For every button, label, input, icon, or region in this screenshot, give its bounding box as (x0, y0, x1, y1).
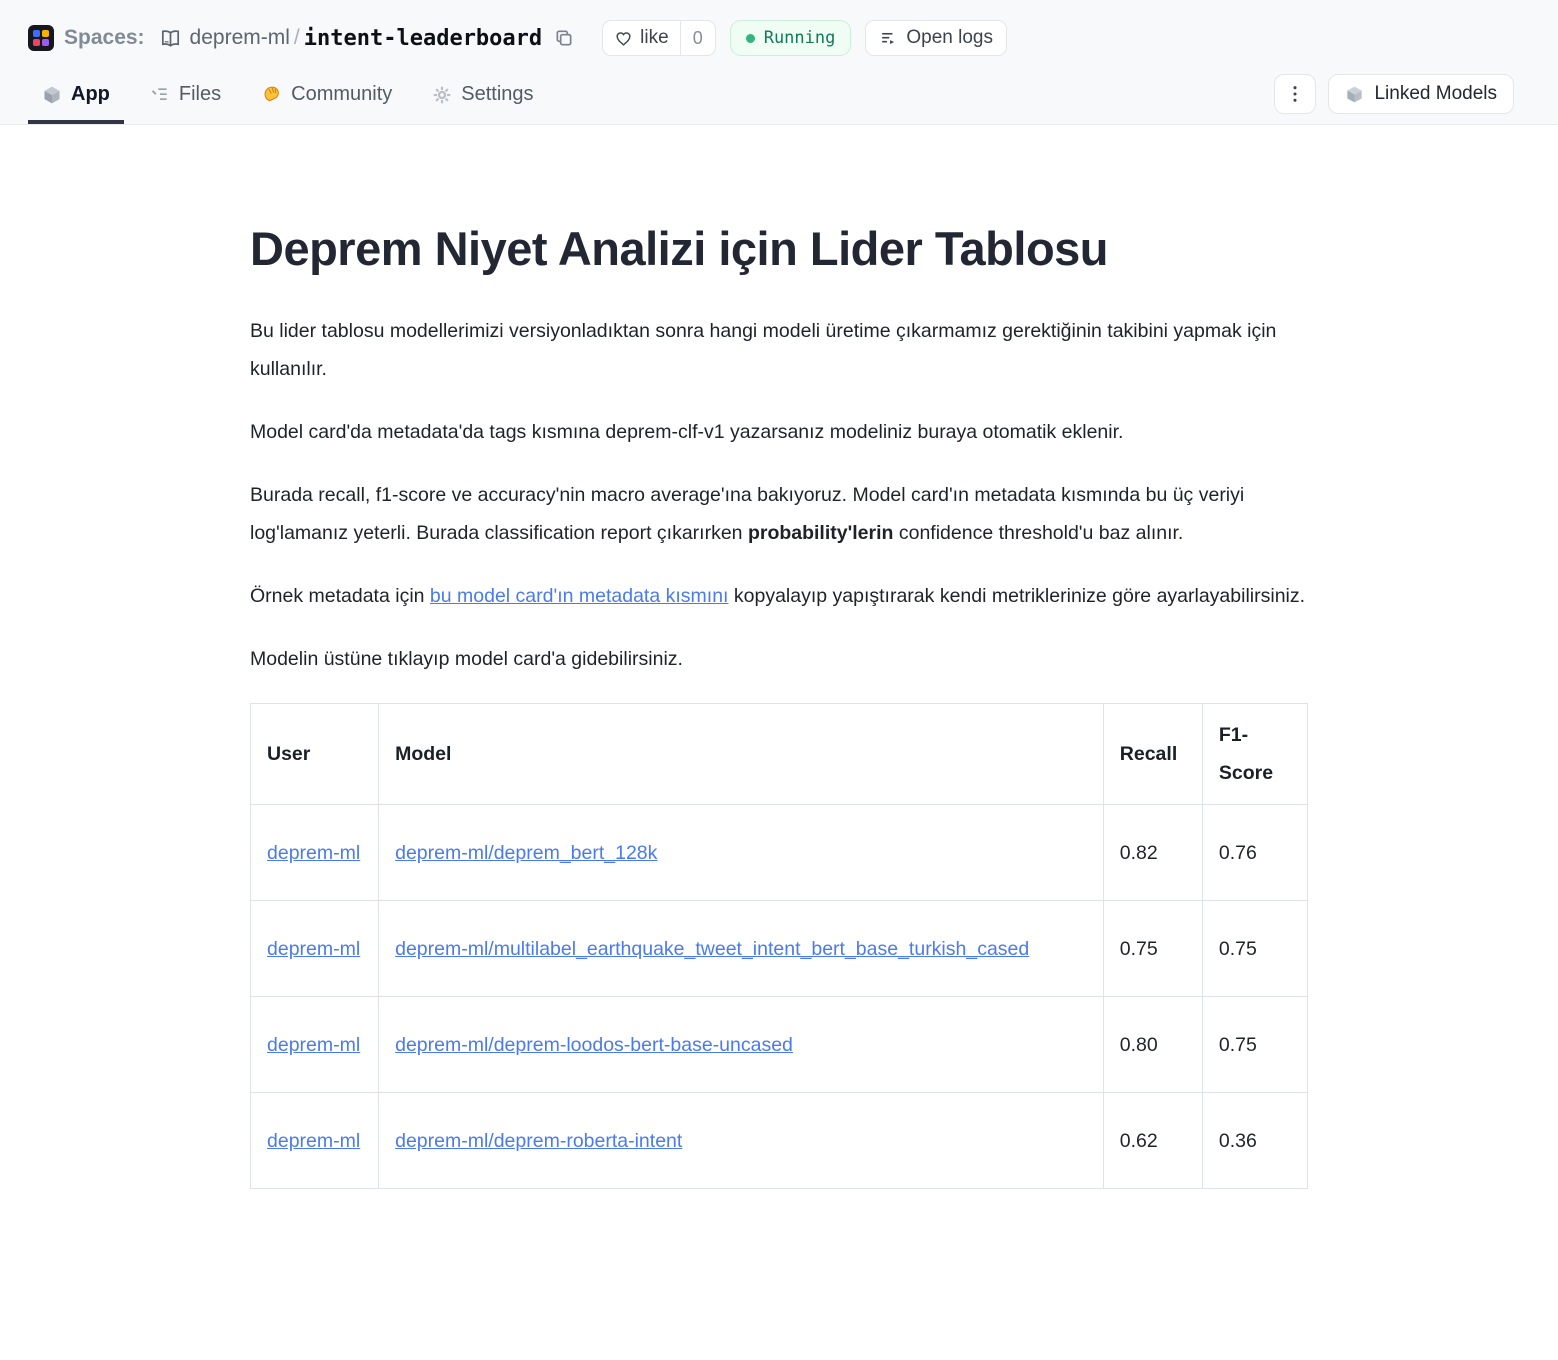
model-link[interactable]: deprem-ml/multilabel_earthquake_tweet_in… (395, 938, 1029, 960)
leaderboard-table: User Model Recall F1-Score deprem-ml dep… (250, 703, 1308, 1189)
table-row: deprem-ml deprem-ml/multilabel_earthquak… (251, 901, 1308, 997)
col-header-recall: Recall (1103, 704, 1202, 805)
user-link[interactable]: deprem-ml (267, 842, 360, 864)
top-bar: Spaces: deprem-ml / intent-leaderboard (0, 0, 1558, 125)
col-header-user: User (251, 704, 379, 805)
linked-models-button[interactable]: Linked Models (1328, 74, 1514, 114)
like-button[interactable]: like (603, 21, 680, 55)
kebab-icon (1287, 85, 1303, 103)
breadcrumb-space-link[interactable]: intent-leaderboard (304, 26, 542, 51)
breadcrumb: Spaces: deprem-ml / intent-leaderboard (0, 0, 1558, 62)
col-header-f1: F1-Score (1202, 704, 1307, 805)
app-frame: Deprem Niyet Analizi için Lider Tablosu … (0, 125, 1558, 1245)
f1-value: 0.76 (1202, 805, 1307, 901)
tab-bar-right: Linked Models (1274, 74, 1514, 124)
spaces-logo-icon[interactable] (28, 25, 54, 51)
model-link[interactable]: deprem-ml/deprem-loodos-bert-base-uncase… (395, 1034, 793, 1056)
user-link[interactable]: deprem-ml (267, 938, 360, 960)
open-logs-button[interactable]: Open logs (865, 20, 1007, 56)
model-link[interactable]: deprem-ml/deprem-roberta-intent (395, 1130, 682, 1152)
col-header-model: Model (379, 704, 1104, 805)
table-row: deprem-ml deprem-ml/deprem-roberta-inten… (251, 1093, 1308, 1189)
table-row: deprem-ml deprem-ml/deprem-loodos-bert-b… (251, 997, 1308, 1093)
gear-icon (432, 85, 452, 105)
model-link[interactable]: deprem-ml/deprem_bert_128k (395, 842, 657, 864)
markdown-content: Deprem Niyet Analizi için Lider Tablosu … (250, 125, 1308, 1245)
logs-icon (879, 29, 898, 48)
book-icon (159, 27, 182, 50)
f1-value: 0.75 (1202, 901, 1307, 997)
header-actions: like 0 Running Open logs (602, 20, 1007, 56)
cube-icon (1345, 85, 1364, 104)
f1-value: 0.36 (1202, 1093, 1307, 1189)
recall-value: 0.80 (1103, 997, 1202, 1093)
user-link[interactable]: deprem-ml (267, 1130, 360, 1152)
breadcrumb-separator: / (294, 26, 300, 50)
tab-bar: App Files (0, 62, 1558, 124)
table-header-row: User Model Recall F1-Score (251, 704, 1308, 805)
tab-settings[interactable]: Settings (418, 83, 547, 124)
status-dot-icon (746, 34, 755, 43)
bold-probability: probability'lerin (748, 522, 894, 544)
tabs: App Files (28, 83, 548, 124)
paragraph-tags: Model card'da metadata'da tags kısmına d… (250, 413, 1308, 451)
recall-value: 0.75 (1103, 901, 1202, 997)
tab-app[interactable]: App (28, 83, 124, 124)
heart-icon (614, 29, 633, 48)
paragraph-clickhint: Modelin üstüne tıklayıp model card'a gid… (250, 640, 1308, 678)
community-icon (261, 84, 282, 105)
recall-value: 0.62 (1103, 1093, 1202, 1189)
recall-value: 0.82 (1103, 805, 1202, 901)
files-icon (150, 85, 170, 105)
tab-files[interactable]: Files (136, 83, 235, 124)
copy-icon[interactable] (552, 26, 576, 50)
breadcrumb-owner-link[interactable]: deprem-ml (190, 26, 290, 50)
like-button-group: like 0 (602, 20, 716, 56)
cube-icon (42, 85, 62, 105)
like-count[interactable]: 0 (680, 21, 715, 55)
page-title: Deprem Niyet Analizi için Lider Tablosu (250, 221, 1308, 276)
tab-community[interactable]: Community (247, 83, 406, 124)
status-label: Running (764, 28, 836, 48)
status-badge[interactable]: Running (730, 20, 852, 56)
paragraph-metrics: Burada recall, f1-score ve accuracy'nin … (250, 476, 1308, 552)
user-link[interactable]: deprem-ml (267, 1034, 360, 1056)
table-row: deprem-ml deprem-ml/deprem_bert_128k 0.8… (251, 805, 1308, 901)
f1-value: 0.75 (1202, 997, 1307, 1093)
kebab-menu-button[interactable] (1274, 74, 1316, 114)
paragraph-intro: Bu lider tablosu modellerimizi versiyonl… (250, 312, 1308, 388)
paragraph-metadata: Örnek metadata için bu model card'ın met… (250, 577, 1308, 615)
spaces-label: Spaces: (64, 26, 145, 50)
metadata-example-link[interactable]: bu model card'ın metadata kısmını (430, 585, 729, 607)
